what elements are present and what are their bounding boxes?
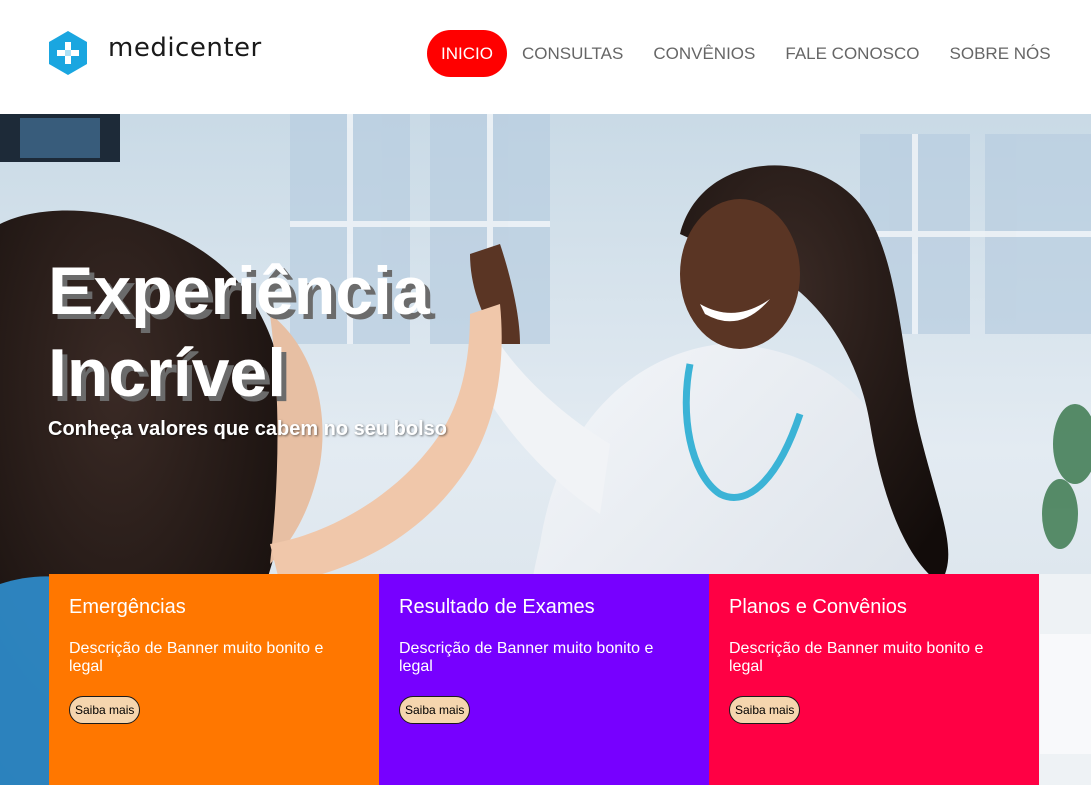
hero-title-line1: Experiência	[48, 253, 430, 329]
card-description: Descrição de Banner muito bonito e legal	[69, 640, 324, 675]
saiba-mais-button[interactable]: Saiba mais	[729, 696, 801, 724]
card-description: Descrição de Banner muito bonito e legal	[399, 640, 654, 675]
card-emergencias: Emergências Descrição de Banner muito bo…	[49, 574, 379, 785]
card-title: Emergências	[69, 596, 186, 618]
nav-item-consultas[interactable]: CONSULTAS	[507, 30, 638, 77]
hero-title: Experiência Incrível	[48, 250, 508, 414]
nav-item-inicio[interactable]: INICIO	[427, 30, 507, 77]
plus-hexagon-icon	[49, 31, 87, 75]
brand-name: medicenter	[108, 33, 262, 63]
card-title: Resultado de Exames	[399, 596, 595, 618]
hero-subtitle: Conheça valores que cabem no seu bolso	[48, 418, 448, 440]
saiba-mais-button[interactable]: Saiba mais	[399, 696, 471, 724]
site-header: medicenter INICIO CONSULTAS CONVÊNIOS FA…	[0, 0, 1091, 114]
card-description: Descrição de Banner muito bonito e legal	[729, 640, 984, 675]
hero-title-line2: Incrível	[48, 335, 287, 411]
card-title: Planos e Convênios	[729, 596, 907, 618]
nav-item-fale-conosco[interactable]: FALE CONOSCO	[770, 30, 934, 77]
saiba-mais-button[interactable]: Saiba mais	[69, 696, 141, 724]
nav-item-sobre-nos[interactable]: SOBRE NÓS	[935, 30, 1066, 77]
nav-item-convenios[interactable]: CONVÊNIOS	[638, 30, 770, 77]
card-resultado-exames: Resultado de Exames Descrição de Banner …	[379, 574, 709, 785]
logo[interactable]: medicenter	[48, 30, 262, 76]
feature-cards: Emergências Descrição de Banner muito bo…	[49, 574, 1039, 785]
card-planos-convenios: Planos e Convênios Descrição de Banner m…	[709, 574, 1039, 785]
main-nav: INICIO CONSULTAS CONVÊNIOS FALE CONOSCO …	[427, 30, 1066, 77]
